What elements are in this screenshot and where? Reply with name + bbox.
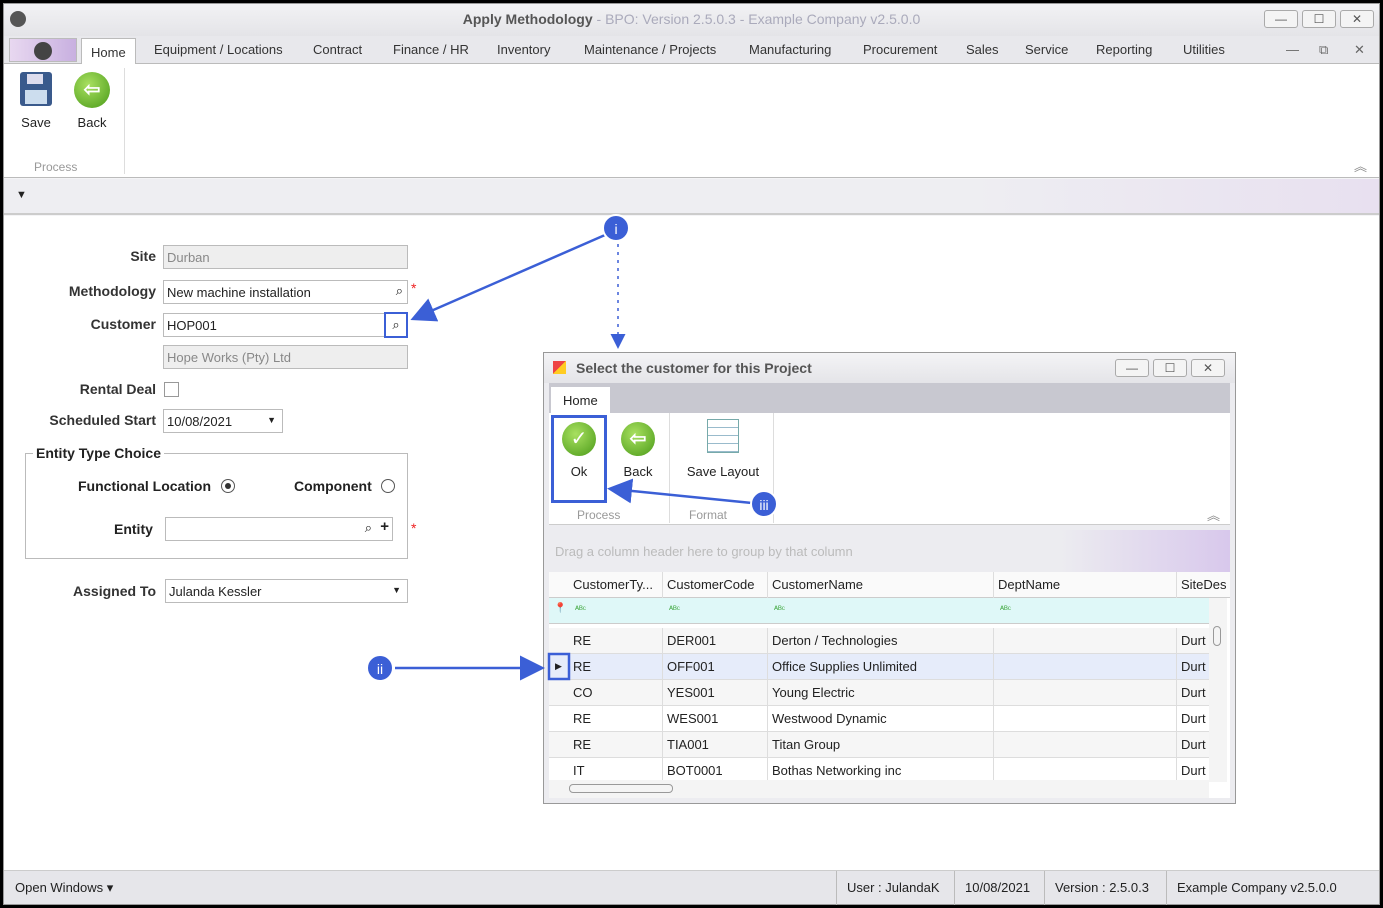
annotation-badge-i: i xyxy=(602,214,630,242)
annotation-row-highlight xyxy=(547,652,571,681)
annotation-badge-iii: iii xyxy=(750,490,778,518)
annotation-badge-ii: ii xyxy=(366,654,394,682)
annotation-overlay xyxy=(395,233,753,681)
annotation-arrow-iii xyxy=(607,478,753,505)
annotation-arrow-i xyxy=(410,233,606,322)
